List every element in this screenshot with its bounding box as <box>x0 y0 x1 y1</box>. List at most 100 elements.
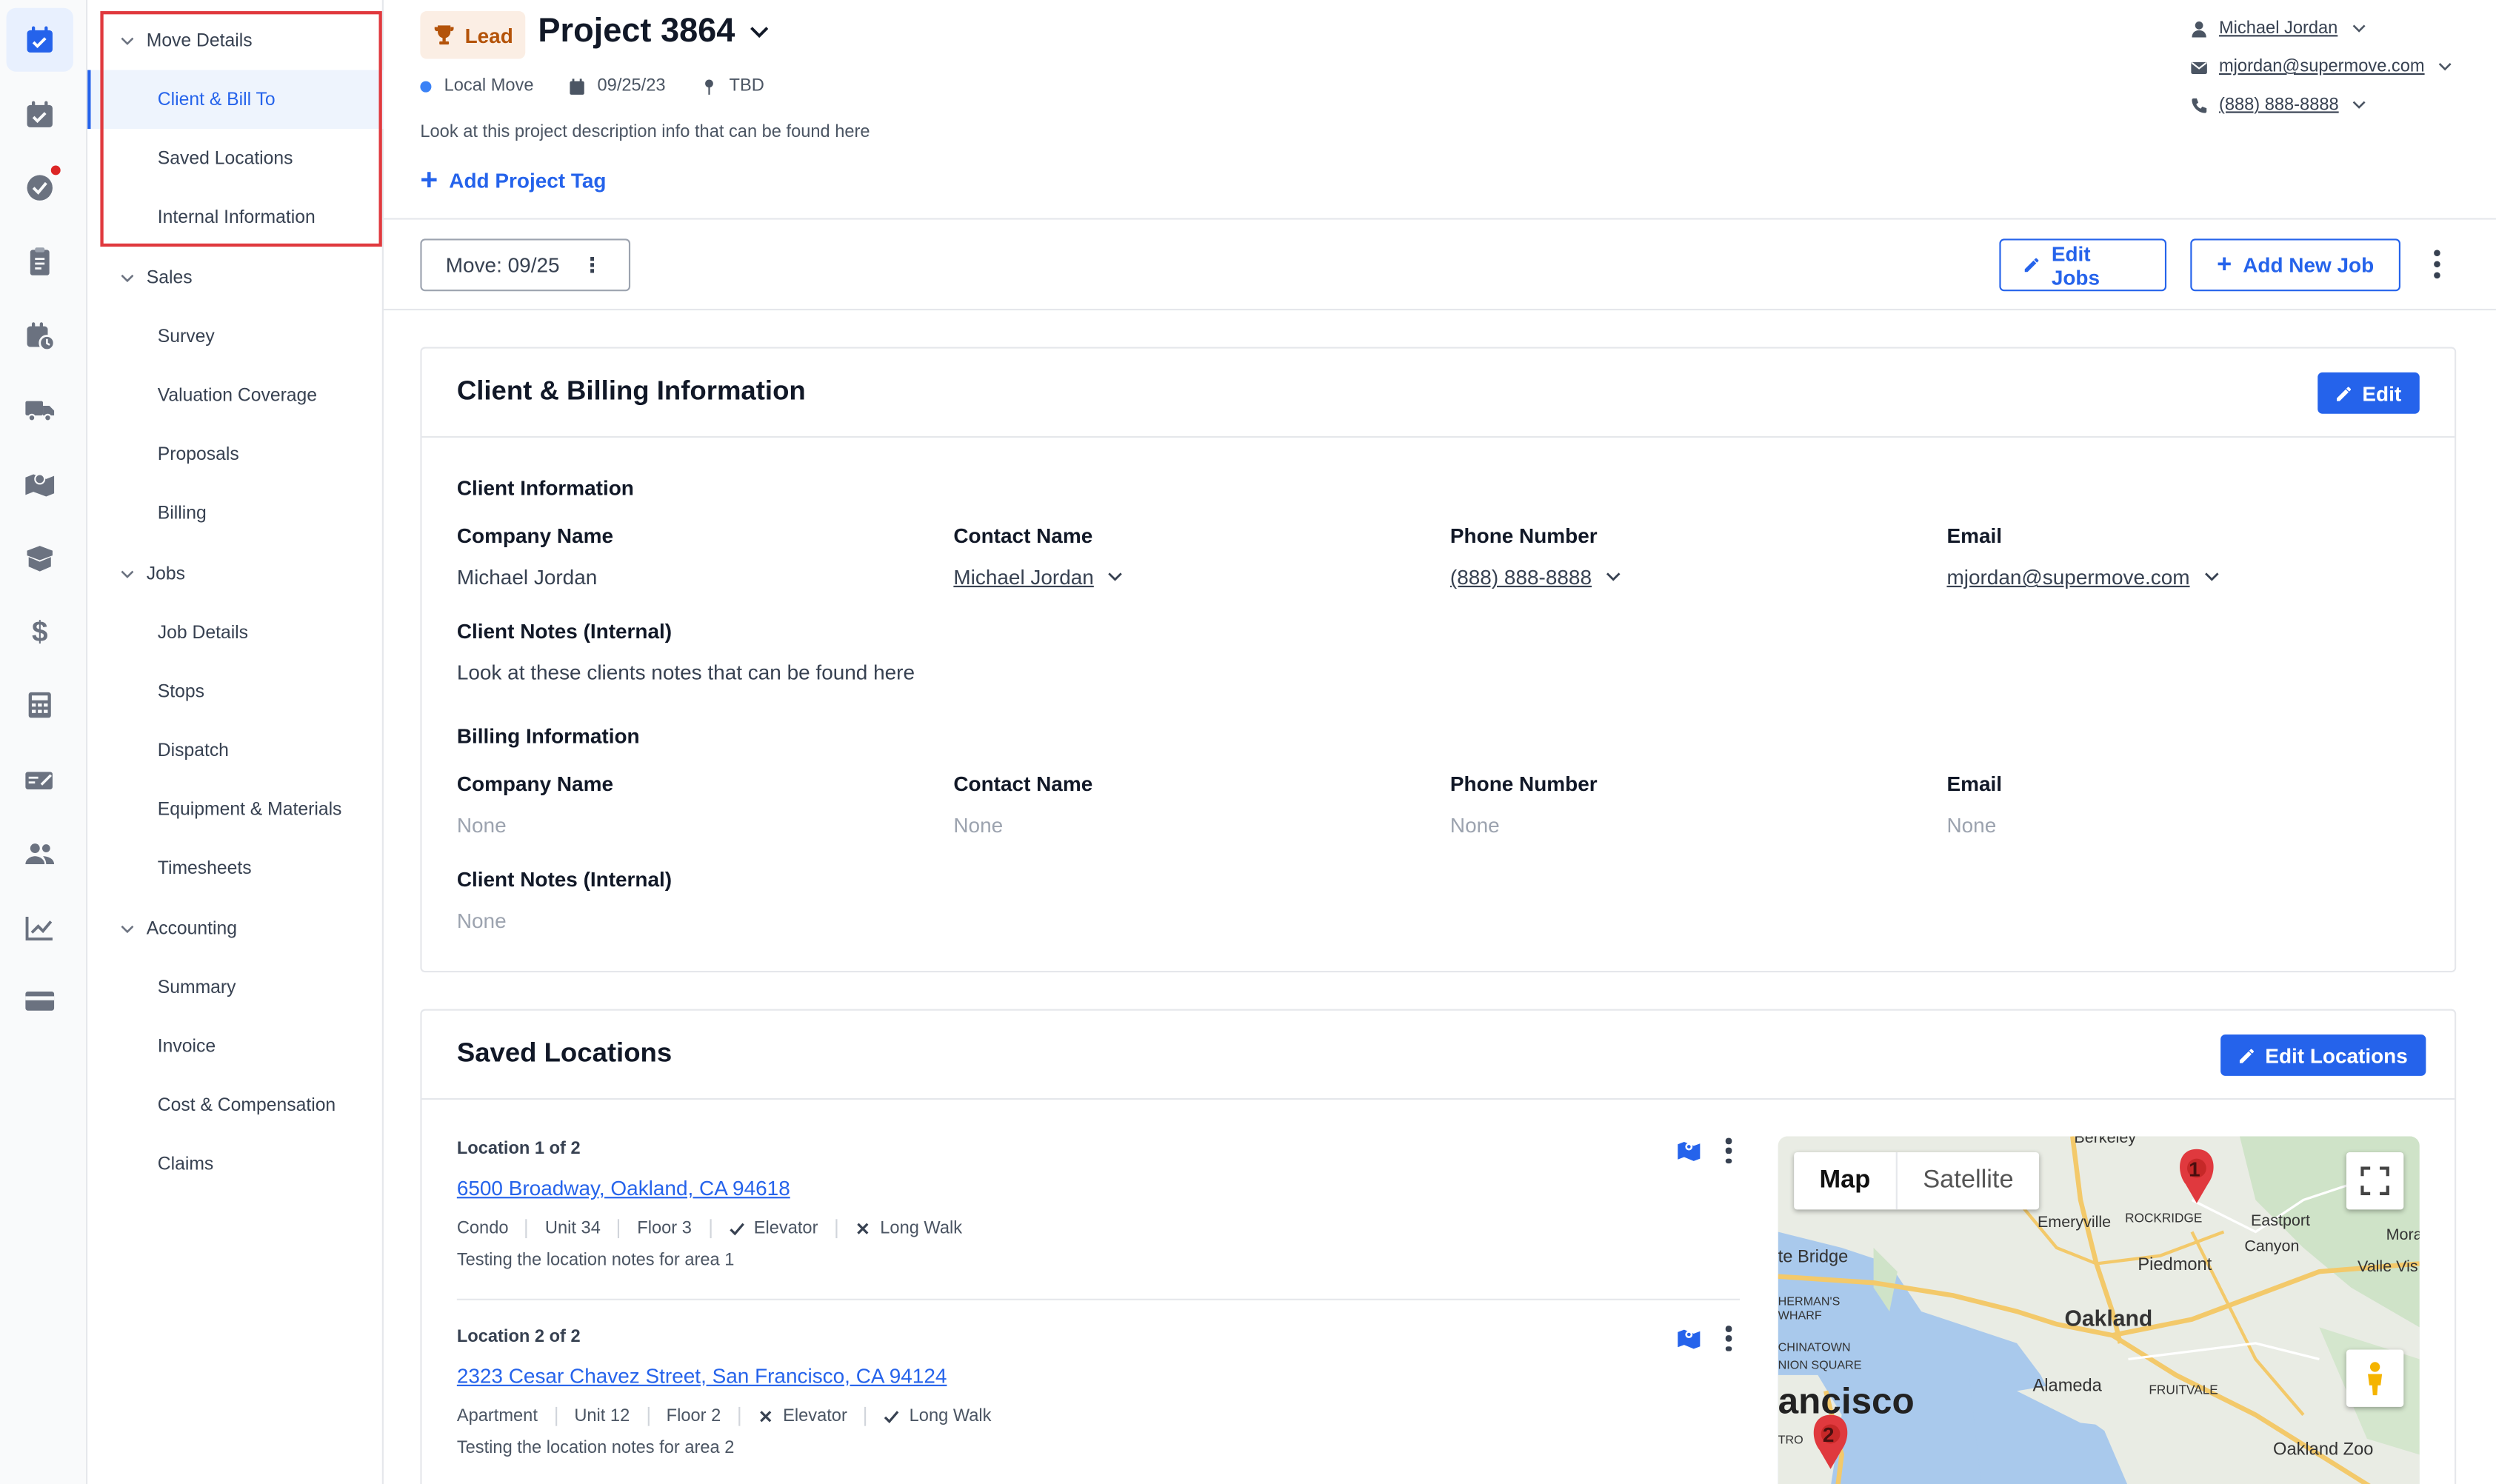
locations-map[interactable]: 1 2 Berkeley Emeryville ROCKRIDGE Eastpo… <box>1778 1136 2420 1484</box>
calendar-check-icon[interactable] <box>6 7 73 72</box>
truck-icon[interactable] <box>7 377 73 441</box>
location-note: Testing the location notes for area 1 <box>456 1251 735 1271</box>
billing-notes-value: None <box>456 909 507 933</box>
contact-info: Michael Jordan mjordan@supermove.com (88… <box>2190 10 2453 124</box>
pegman-icon[interactable] <box>2346 1349 2404 1407</box>
location-floor: Floor 2 <box>647 1406 738 1426</box>
pencil-icon <box>2024 258 2039 273</box>
more-vertical-icon[interactable] <box>2426 247 2448 281</box>
billing-email-value: None <box>1946 813 1997 838</box>
calculator-icon[interactable] <box>7 673 73 737</box>
nav-item-valuation-coverage[interactable]: Valuation Coverage <box>87 366 384 425</box>
dollar-icon[interactable]: $ <box>7 600 73 664</box>
edit-locations-button[interactable]: Edit Locations <box>2220 1034 2426 1076</box>
users-icon[interactable] <box>7 821 73 885</box>
nav-group-move-details[interactable]: Move Details <box>87 11 384 70</box>
nav-item-equipment-materials[interactable]: Equipment & Materials <box>87 780 384 839</box>
icon-rail: $ <box>0 0 88 1484</box>
project-description: Look at this project description info th… <box>420 122 870 142</box>
move-selector[interactable]: Move: 09/25 ⋮ <box>420 238 631 292</box>
nav-item-saved-locations[interactable]: Saved Locations <box>87 129 384 188</box>
client-phone-dropdown[interactable]: (888) 888-8888 <box>1450 565 1622 589</box>
contact-email-row[interactable]: mjordan@supermove.com <box>2190 47 2453 86</box>
lead-badge: Lead <box>420 11 526 59</box>
billing-phone-label: Phone Number <box>1449 772 1598 796</box>
nav-item-summary[interactable]: Summary <box>87 958 384 1017</box>
client-notes-value: Look at these clients notes that can be … <box>456 660 915 685</box>
client-email-dropdown[interactable]: mjordan@supermove.com <box>1946 565 2220 589</box>
billing-company-label: Company Name <box>456 772 613 796</box>
billing-notes-label: Client Notes (Internal) <box>456 867 673 892</box>
nav-group-accounting[interactable]: Accounting <box>87 899 384 958</box>
chevron-down-icon <box>1606 572 1621 581</box>
nav-item-job-details[interactable]: Job Details <box>87 604 384 663</box>
nav-item-claims[interactable]: Claims <box>87 1134 384 1194</box>
map-tab[interactable]: Map <box>1794 1152 1898 1210</box>
box-icon[interactable] <box>7 525 73 589</box>
chevron-down-icon <box>2439 63 2452 71</box>
pencil-icon <box>2239 1048 2254 1063</box>
client-info-heading: Client Information <box>456 475 634 500</box>
map-label: HERMAN'S <box>1778 1294 1841 1308</box>
nav-item-billing[interactable]: Billing <box>87 484 384 543</box>
nav-item-proposals[interactable]: Proposals <box>87 425 384 484</box>
user-icon <box>2192 20 2206 37</box>
contact-phone-row[interactable]: (888) 888-8888 <box>2190 86 2453 124</box>
nav-item-client-bill-to[interactable]: Client & Bill To <box>87 70 384 130</box>
edit-client-button[interactable]: Edit <box>2318 372 2419 414</box>
card-title: Saved Locations <box>456 1037 673 1069</box>
plus-icon: + <box>420 164 438 198</box>
nav-item-cost-compensation[interactable]: Cost & Compensation <box>87 1076 384 1135</box>
more-vertical-icon[interactable] <box>1724 1137 1734 1164</box>
edit-jobs-button[interactable]: Edit Jobs <box>1999 238 2167 292</box>
satellite-tab[interactable]: Satellite <box>1898 1152 2039 1209</box>
fullscreen-icon[interactable] <box>2346 1152 2404 1210</box>
map-label: ancisco <box>1778 1380 1915 1422</box>
chevron-down-icon <box>2353 101 2366 109</box>
nav-item-timesheets[interactable]: Timesheets <box>87 839 384 898</box>
location-address-link[interactable]: 6500 Broadway, Oakland, CA 94618 <box>457 1176 790 1200</box>
map-type-control: Map Satellite <box>1794 1152 2039 1210</box>
clipboard-icon[interactable] <box>7 229 73 293</box>
x-icon <box>759 1411 772 1423</box>
calendar-clock-icon[interactable] <box>7 304 73 367</box>
nav-group-sales[interactable]: Sales <box>87 248 384 307</box>
billing-info-heading: Billing Information <box>456 723 640 749</box>
move-date: 09/25/23 <box>569 76 666 96</box>
phone-icon <box>2192 97 2207 113</box>
notification-dot <box>50 165 61 176</box>
contact-name-row[interactable]: Michael Jordan <box>2190 10 2453 48</box>
chart-icon[interactable] <box>7 896 73 960</box>
location-attributes: Apartment Unit 12 Floor 2 Elevator Long … <box>457 1406 1009 1426</box>
location-label: Location 1 of 2 <box>456 1139 581 1159</box>
more-vertical-icon[interactable] <box>1724 1326 1734 1351</box>
card-icon[interactable] <box>7 969 73 1033</box>
map-icon[interactable] <box>1676 1326 1701 1351</box>
location-address-link[interactable]: 2323 Cesar Chavez Street, San Francisco,… <box>457 1364 947 1388</box>
calendar-icon[interactable] <box>7 83 73 147</box>
nav-item-internal-information[interactable]: Internal Information <box>87 188 384 247</box>
check-circle-icon[interactable] <box>7 156 73 220</box>
client-contact-dropdown[interactable]: Michael Jordan <box>953 565 1124 589</box>
map-icon[interactable] <box>7 452 73 515</box>
card-title: Client & Billing Information <box>456 375 806 407</box>
chevron-down-icon <box>121 273 134 282</box>
nav-item-stops[interactable]: Stops <box>87 662 384 721</box>
nav-group-jobs[interactable]: Jobs <box>87 544 384 604</box>
invoice-icon[interactable] <box>7 748 73 812</box>
add-new-job-button[interactable]: + Add New Job <box>2190 238 2400 292</box>
map-icon[interactable] <box>1676 1138 1701 1163</box>
project-title[interactable]: Project 3864 <box>538 13 770 51</box>
map-label: Berkeley <box>2074 1136 2137 1148</box>
map-label: FRUITVALE <box>2149 1383 2218 1397</box>
nav-item-survey[interactable]: Survey <box>87 307 384 367</box>
map-label: NION SQUARE <box>1778 1357 1862 1372</box>
add-project-tag-button[interactable]: + Add Project Tag <box>420 166 606 196</box>
nav-item-invoice[interactable]: Invoice <box>87 1017 384 1076</box>
chevron-down-icon <box>2352 24 2365 33</box>
nav-item-dispatch[interactable]: Dispatch <box>87 721 384 781</box>
email-label: Email <box>1946 524 2003 548</box>
location-unit: Unit 34 <box>526 1219 618 1239</box>
map-label: Oakland Zoo <box>2273 1440 2374 1460</box>
chevron-down-icon <box>121 924 134 933</box>
